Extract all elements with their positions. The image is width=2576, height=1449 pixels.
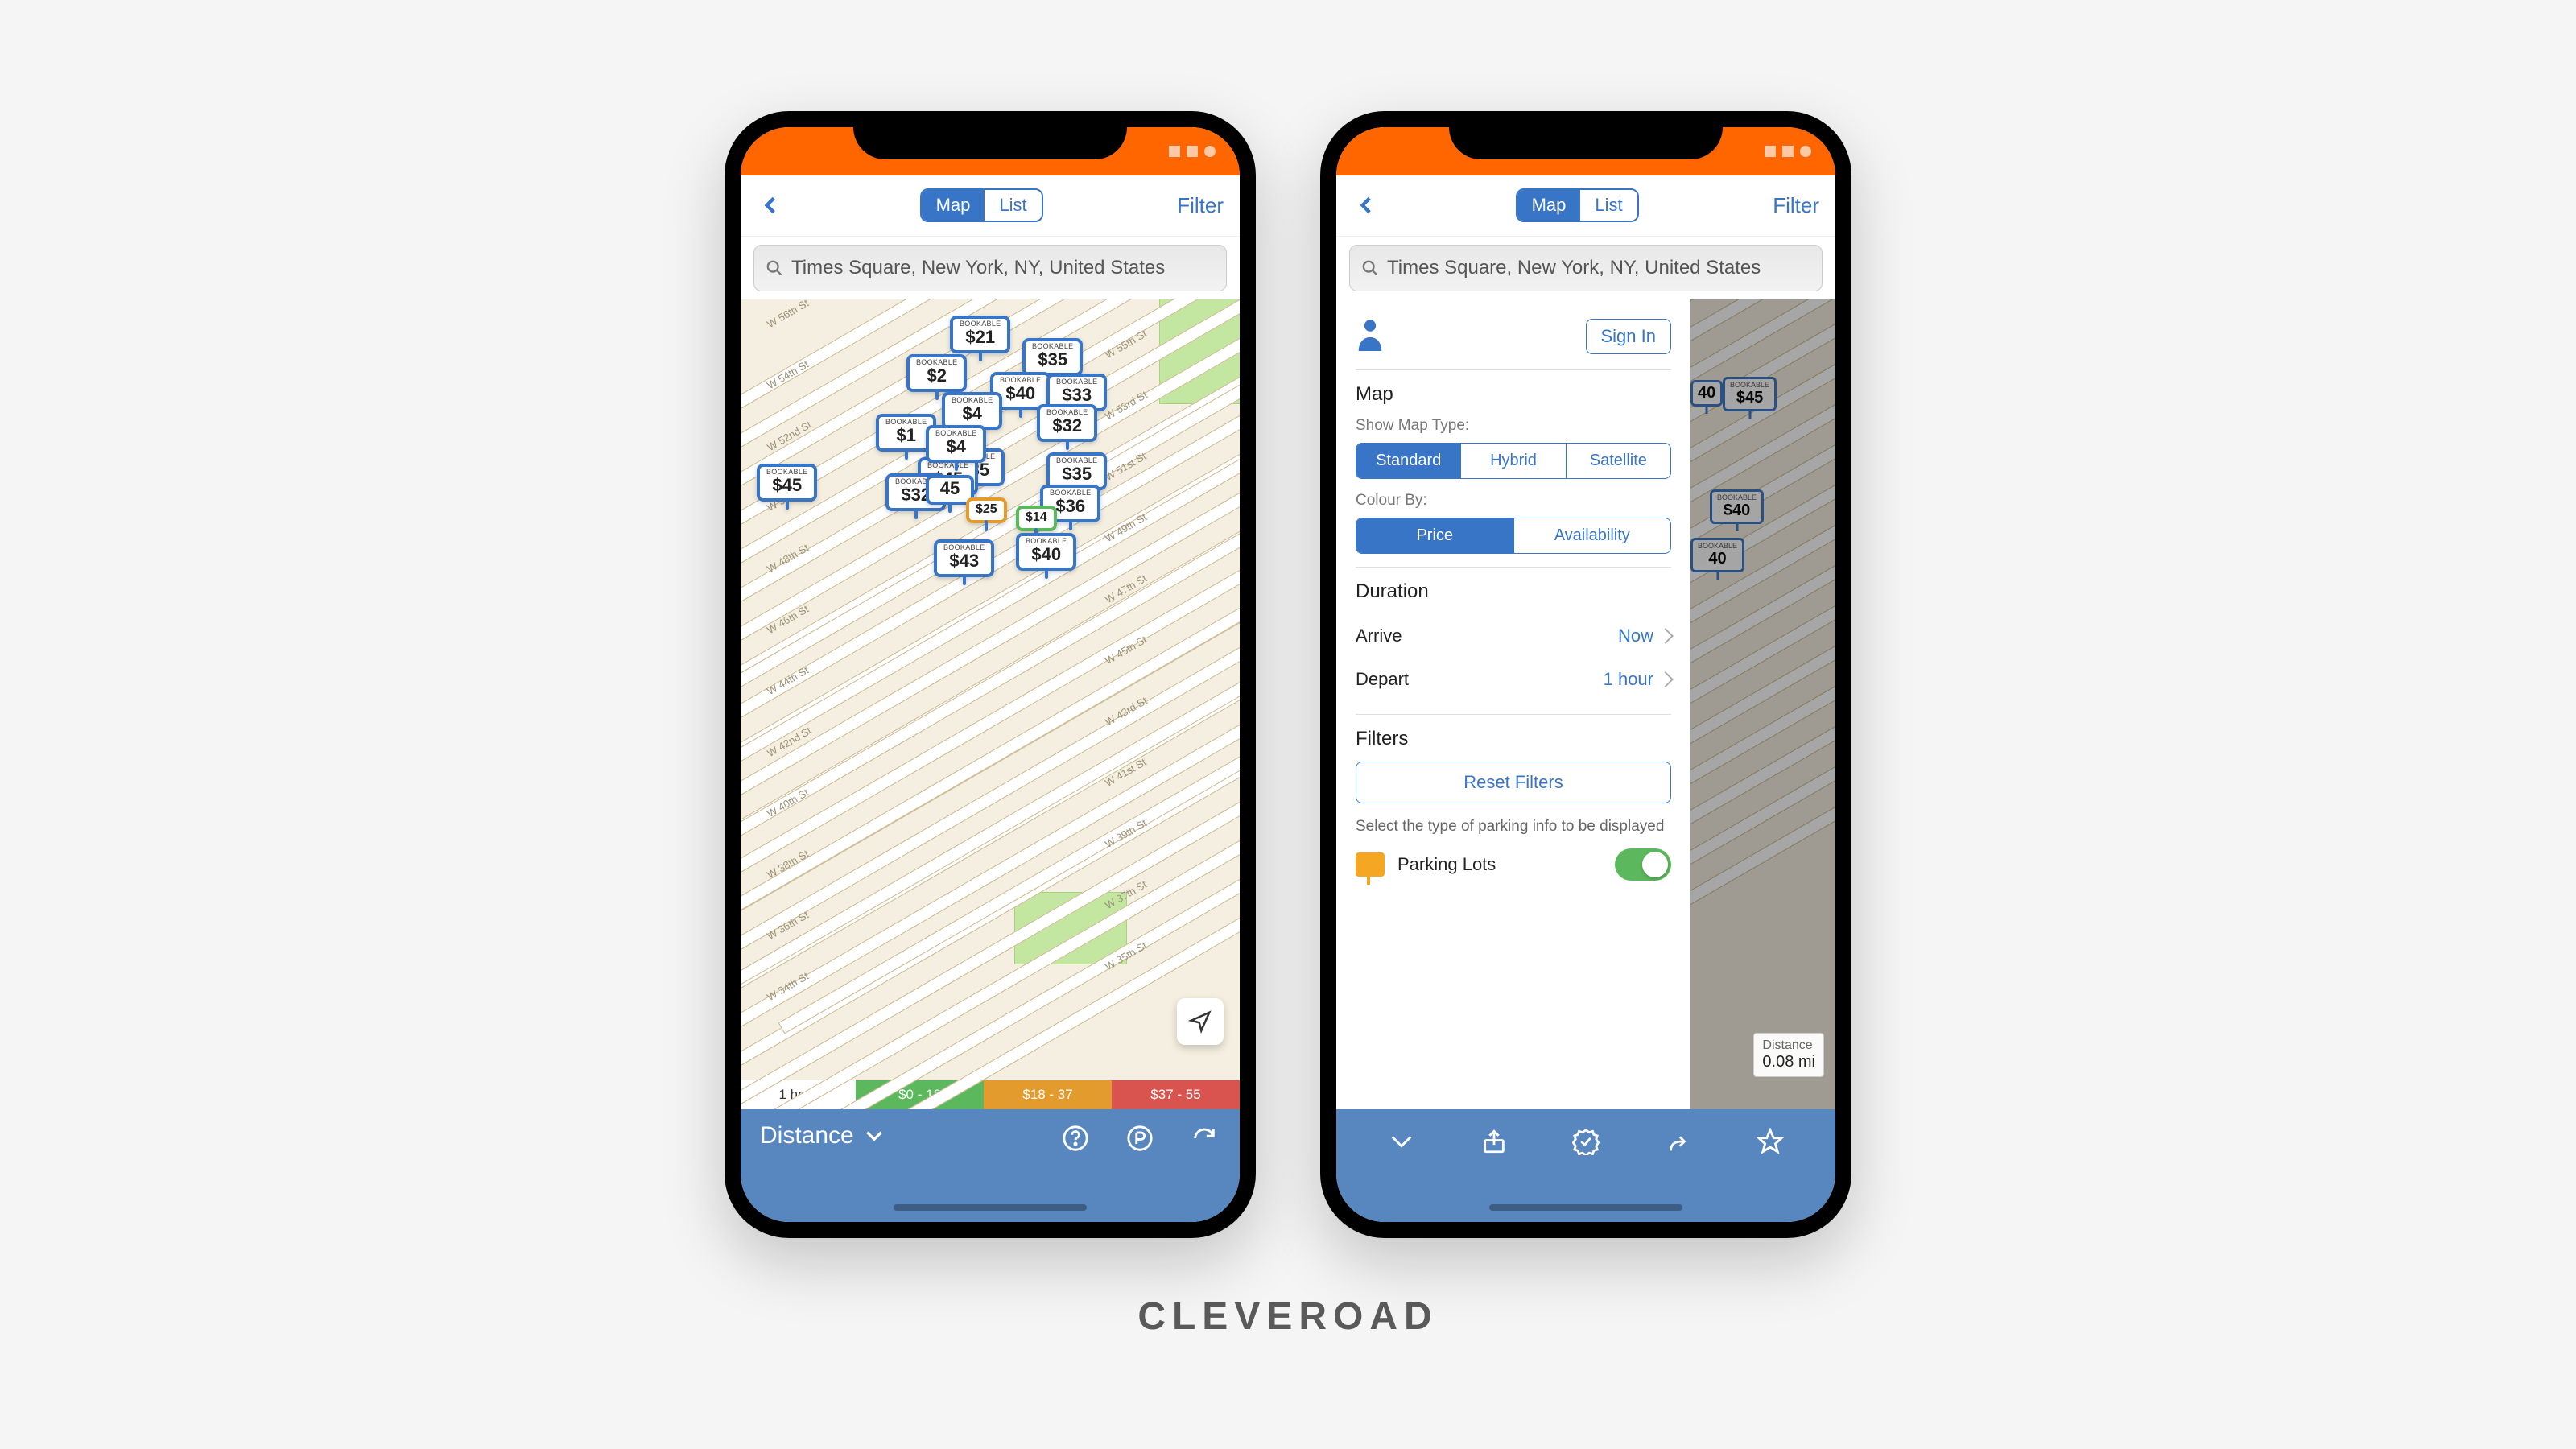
price-marker[interactable]: BOOKABLE$2 [906,354,967,392]
arrive-row[interactable]: Arrive Now [1356,614,1671,658]
share-icon[interactable] [1478,1125,1510,1158]
section-title-duration: Duration [1356,580,1671,603]
navbar: Map List Filter [741,175,1240,237]
device-notch [853,111,1127,159]
price-marker[interactable]: BOOKABLE$45 [757,464,817,502]
status-indicator [1187,146,1198,157]
directions-icon[interactable] [1662,1125,1694,1158]
back-icon[interactable] [757,191,786,220]
search-input[interactable]: Times Square, New York, NY, United State… [753,245,1227,291]
parking-lots-toggle[interactable] [1615,848,1671,881]
price-marker[interactable]: BOOKABLE$40 [1016,533,1076,571]
sign-in-button[interactable]: Sign In [1586,319,1672,354]
depart-label: Depart [1356,669,1409,690]
help-icon[interactable] [1059,1122,1092,1154]
filter-button[interactable]: Filter [1177,193,1224,218]
map-canvas-dimmed: BOOKABLE$4540BOOKABLE$40BOOKABLE40 Sign … [1336,299,1835,1109]
view-toggle: Map List [920,188,1043,222]
field-label: Show Map Type: [1356,417,1671,435]
colour-by-selector: Price Availability [1356,518,1671,554]
user-icon [1356,319,1385,355]
home-indicator [894,1204,1087,1211]
check-badge-icon[interactable] [1570,1125,1602,1158]
status-indicator [1782,146,1794,157]
chevron-down-icon [864,1125,885,1146]
map-canvas[interactable]: 1 hour $0 - 18 $18 - 37 $37 - 55 W 56th … [741,299,1240,1109]
street-label: W 56th St [765,299,811,330]
search-value: Times Square, New York, NY, United State… [791,257,1165,279]
map-type-standard[interactable]: Standard [1356,444,1460,478]
brand-logo: CLEVEROAD [1137,1294,1438,1339]
sort-button[interactable]: Distance [760,1122,885,1150]
filter-description: Select the type of parking info to be di… [1356,816,1671,838]
filter-button[interactable]: Filter [1773,193,1819,218]
section-title-filters: Filters [1356,728,1671,750]
tab-list[interactable]: List [985,190,1041,221]
search-icon [766,259,783,277]
chevron-right-icon [1657,628,1674,644]
filter-panel: Sign In Map Show Map Type: Standard Hybr… [1336,299,1690,1109]
status-indicator [1204,146,1216,157]
search-input[interactable]: Times Square, New York, NY, United State… [1349,245,1823,291]
phone-map-view: Map List Filter Times Square, New York, … [724,111,1256,1238]
map-type-satellite[interactable]: Satellite [1566,444,1670,478]
price-marker[interactable]: BOOKABLE$4 [942,392,1002,430]
price-marker[interactable]: BOOKABLE$43 [934,539,994,577]
price-marker[interactable]: BOOKABLE$4 [926,425,986,463]
status-indicator [1169,146,1180,157]
device-notch [1449,111,1723,159]
tab-list[interactable]: List [1580,190,1637,221]
back-icon[interactable] [1352,191,1381,220]
parking-lots-row: Parking Lots [1356,848,1671,881]
legend-high: $37 - 55 [1112,1080,1240,1109]
price-marker[interactable]: $25 [966,497,1007,523]
tab-map[interactable]: Map [1517,190,1581,221]
parking-lots-label: Parking Lots [1397,854,1496,875]
search-icon [1361,259,1379,277]
star-icon[interactable] [1754,1125,1786,1158]
colour-by-price[interactable]: Price [1356,518,1513,553]
price-marker[interactable]: BOOKABLE$32 [1037,404,1097,442]
reset-filters-button[interactable]: Reset Filters [1356,762,1671,803]
status-indicator [1765,146,1776,157]
section-title-map: Map [1356,383,1671,406]
map-type-hybrid[interactable]: Hybrid [1460,444,1565,478]
depart-row[interactable]: Depart 1 hour [1356,658,1671,701]
refresh-icon[interactable] [1188,1122,1220,1154]
search-value: Times Square, New York, NY, United State… [1387,257,1761,279]
navbar: Map List Filter [1336,175,1835,237]
phone-filter-view: Map List Filter Times Square, New York, … [1320,111,1852,1238]
price-marker[interactable]: $14 [1016,506,1057,531]
price-marker[interactable]: BOOKABLE$35 [1022,338,1083,376]
distance-readout: Distance 0.08 mi [1753,1033,1824,1077]
tab-map[interactable]: Map [922,190,985,221]
arrive-label: Arrive [1356,625,1402,646]
collapse-icon[interactable] [1385,1125,1418,1158]
view-toggle: Map List [1516,188,1639,222]
parking-icon[interactable] [1124,1122,1156,1154]
legend-mid: $18 - 37 [984,1080,1112,1109]
street-label: W 54th St [765,357,811,391]
home-indicator [1489,1204,1682,1211]
colour-by-availability[interactable]: Availability [1513,518,1671,553]
parking-lot-icon [1356,852,1385,877]
map-type-selector: Standard Hybrid Satellite [1356,443,1671,479]
locate-me-button[interactable] [1177,998,1224,1045]
chevron-right-icon [1657,671,1674,687]
status-indicator [1800,146,1811,157]
field-label: Colour By: [1356,492,1671,510]
price-marker[interactable]: BOOKABLE$21 [950,316,1010,353]
